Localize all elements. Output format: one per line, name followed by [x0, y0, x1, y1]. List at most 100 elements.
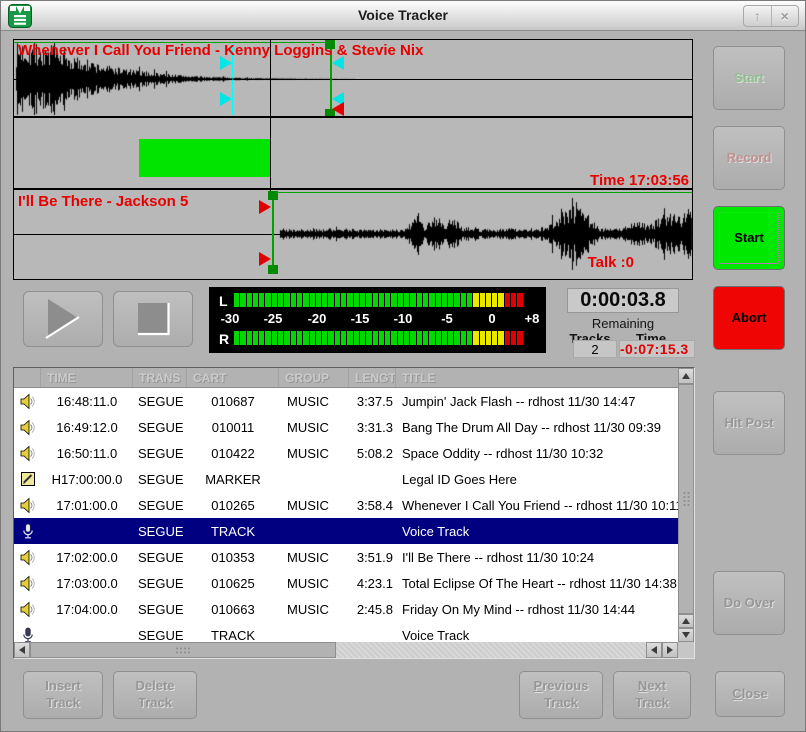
track3-red-top-icon[interactable] — [259, 200, 271, 214]
log-row[interactable]: 16:50:11.0SEGUE010422MUSIC5:08.2Space Od… — [14, 440, 678, 466]
vu-segment — [429, 293, 434, 307]
header-time[interactable]: TIME — [41, 368, 133, 387]
cell-group: MUSIC — [279, 602, 349, 617]
previous-track-button[interactable]: PreviousTrack — [519, 671, 603, 719]
playhead-handle-top-icon[interactable] — [220, 56, 232, 70]
log-row[interactable]: H17:00:00.0SEGUEMARKERLegal ID Goes Here — [14, 466, 678, 492]
start-track1-button[interactable]: Start — [713, 46, 785, 110]
vu-segment — [259, 331, 264, 345]
vu-segment — [385, 293, 390, 307]
cell-title: Bang The Drum All Day -- rdhost 11/30 09… — [396, 420, 678, 435]
vu-segment — [354, 331, 359, 345]
voicetrack-region[interactable] — [139, 139, 270, 177]
next-track-button[interactable]: NextTrack — [613, 671, 691, 719]
log-row[interactable]: SEGUETRACKVoice Track — [14, 622, 678, 642]
scroll-left-button[interactable] — [14, 642, 30, 658]
track1-panel[interactable]: Whenever I Call You Friend - Kenny Loggi… — [14, 40, 692, 118]
log-row[interactable]: 17:04:00.0SEGUE010663MUSIC2:45.8Friday O… — [14, 596, 678, 622]
insert-track-button[interactable]: InsertTrack — [23, 671, 103, 719]
track3-panel[interactable]: I'll Be There - Jackson 5 Talk :0 — [14, 190, 692, 275]
scroll-down-button[interactable] — [678, 628, 694, 642]
vu-segment — [398, 331, 403, 345]
abort-button[interactable]: Abort — [713, 286, 785, 350]
vu-segment — [265, 293, 270, 307]
start-track1-label: Start — [734, 70, 764, 87]
track3-handle-top-icon[interactable] — [268, 191, 278, 200]
log-row[interactable]: 17:01:00.0SEGUE010265MUSIC3:58.4Whenever… — [14, 492, 678, 518]
cell-trans: SEGUE — [133, 472, 187, 487]
hit-post-button[interactable]: Hit Post — [713, 391, 785, 455]
shade-button[interactable]: ↑ — [744, 6, 772, 26]
log-row[interactable]: 17:03:00.0SEGUE010625MUSIC4:23.1Total Ec… — [14, 570, 678, 596]
cell-group: MUSIC — [279, 394, 349, 409]
header-cart[interactable]: CART — [187, 368, 279, 387]
vu-segment — [448, 293, 453, 307]
segue-red-handle-icon[interactable] — [332, 102, 344, 116]
vu-segment — [354, 293, 359, 307]
log-row[interactable]: 16:49:12.0SEGUE010011MUSIC3:31.3Bang The… — [14, 414, 678, 440]
log-row-selected[interactable]: SEGUETRACKVoice Track — [14, 518, 678, 544]
cell-trans: SEGUE — [133, 524, 187, 539]
track2-panel[interactable]: Time 17:03:56 — [14, 118, 692, 190]
vu-segment — [310, 331, 315, 345]
edit-cursor[interactable] — [270, 40, 271, 192]
horizontal-scroll-thumb[interactable] — [30, 642, 336, 658]
header-title[interactable]: TITLE — [396, 368, 678, 387]
vertical-scroll-thumb[interactable] — [678, 384, 694, 614]
cell-trans: SEGUE — [133, 602, 187, 617]
scroll-left-button-2[interactable] — [646, 642, 662, 658]
vu-segment — [473, 293, 478, 307]
start-track3-button[interactable]: Start — [713, 206, 785, 270]
vu-segment — [379, 331, 384, 345]
vu-scale-label: -20 — [308, 311, 327, 326]
scroll-up-button[interactable] — [678, 368, 694, 384]
vu-segment — [253, 293, 258, 307]
playhead-handle-bottom-icon[interactable] — [220, 92, 232, 106]
vu-segment — [240, 331, 245, 345]
vu-segment — [284, 331, 289, 345]
scroll-up-button-2[interactable] — [678, 614, 694, 628]
vertical-scrollbar[interactable] — [678, 368, 694, 642]
track3-handle-bottom-icon[interactable] — [268, 265, 278, 274]
cell-title: Voice Track — [396, 524, 678, 539]
log-list: TIME TRANS CART GROUP LENGTH TITLE 16:48… — [13, 367, 695, 659]
header-trans[interactable]: TRANS — [133, 368, 187, 387]
do-over-button[interactable]: Do Over — [713, 571, 785, 635]
vu-segment — [486, 331, 491, 345]
arrow-left-icon — [651, 646, 657, 654]
header-length[interactable]: LENGTH — [349, 368, 396, 387]
vu-segment — [366, 331, 371, 345]
vu-segment — [505, 331, 510, 345]
close-window-button[interactable]: × — [772, 6, 799, 26]
vu-segment — [467, 331, 472, 345]
next-track-label2: Track — [635, 695, 669, 712]
horizontal-scrollbar[interactable] — [14, 642, 678, 658]
previous-track-label2: Track — [544, 695, 578, 712]
track3-red-bottom-icon[interactable] — [259, 252, 271, 266]
waveform-deck: Whenever I Call You Friend - Kenny Loggi… — [13, 39, 693, 280]
cell-time: 16:50:11.0 — [41, 446, 133, 461]
segue-handle-top-icon[interactable] — [325, 40, 335, 49]
vu-segment — [322, 331, 327, 345]
cell-trans: SEGUE — [133, 550, 187, 565]
log-row[interactable]: 16:48:11.0SEGUE010687MUSIC3:37.5Jumpin' … — [14, 388, 678, 414]
marker-icon — [14, 471, 41, 487]
vu-right-meter — [234, 331, 523, 345]
log-row[interactable]: 17:02:00.0SEGUE010353MUSIC3:51.9I'll Be … — [14, 544, 678, 570]
vu-segment — [404, 293, 409, 307]
record-button[interactable]: Record — [713, 126, 785, 190]
play-button[interactable] — [23, 291, 103, 347]
stop-button[interactable] — [113, 291, 193, 347]
arrow-down-icon — [682, 632, 690, 638]
close-button[interactable]: Close — [715, 671, 785, 717]
segue-cyan-top-icon[interactable] — [332, 56, 344, 70]
header-group[interactable]: GROUP — [279, 368, 349, 387]
delete-track-button[interactable]: DeleteTrack — [113, 671, 197, 719]
scroll-right-button[interactable] — [662, 642, 678, 658]
vu-segment — [366, 293, 371, 307]
close-label: Close — [732, 686, 767, 703]
vu-segment — [322, 293, 327, 307]
vu-segment — [278, 331, 283, 345]
cell-cart: 010663 — [187, 602, 279, 617]
title-bar: Voice Tracker ↑ × — [1, 1, 805, 31]
